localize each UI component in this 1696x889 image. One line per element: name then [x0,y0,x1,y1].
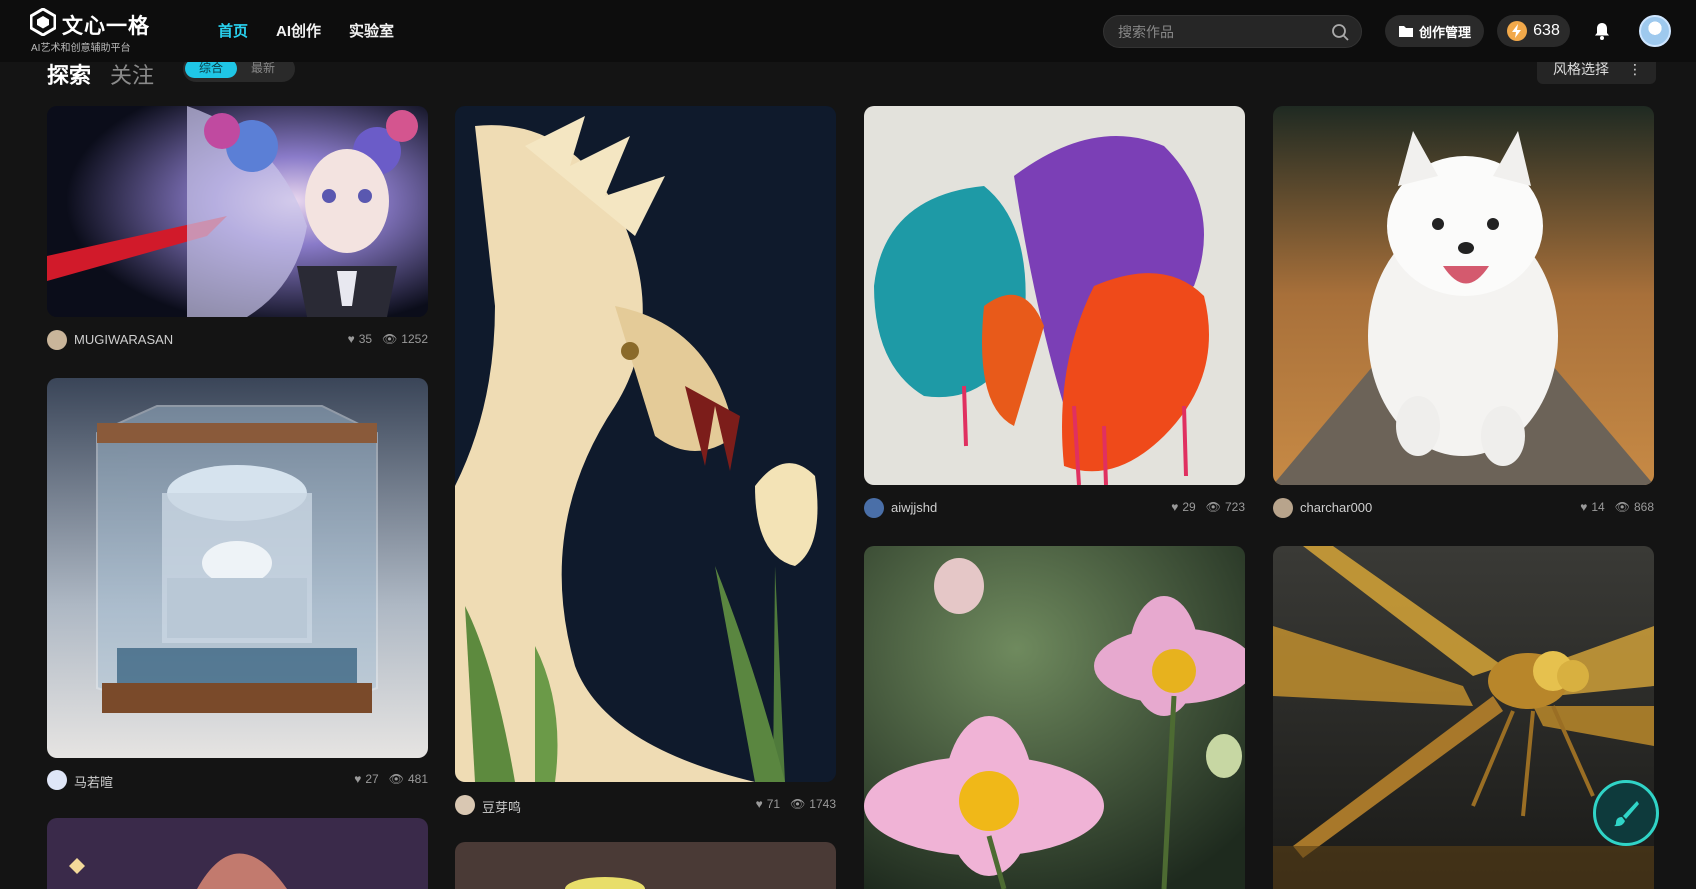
creation-manage-label: 创作管理 [1418,24,1471,40]
author-name[interactable]: aiwjjshd [891,500,937,515]
author-name[interactable]: charchar000 [1300,500,1372,515]
eye-icon: 👁 [382,332,398,346]
artwork-image [864,546,1245,889]
like-count: 27 [365,772,379,786]
user-avatar[interactable] [1639,15,1671,47]
artwork-image [455,842,836,889]
top-nav-bar: 文心一格 AI艺术和创意辅助平台 首页 AI创作 实验室 创作管理 638 [0,0,1696,62]
view-count: 723 [1224,500,1245,514]
nav-lab[interactable]: 实验室 [349,20,394,41]
artwork-image [1273,106,1654,485]
sort-latest-pill[interactable]: 最新 [251,62,275,78]
card-meta: 豆芽鸣 ♥ 71 👁 1743 [455,794,836,816]
card-stats: ♥ 14 👁 868 [1580,500,1654,514]
artwork-image [47,106,428,317]
eye-icon: 👁 [388,772,404,786]
logo-icon [30,8,56,36]
nav-home[interactable]: 首页 [218,20,248,41]
search-icon[interactable] [1331,23,1349,41]
create-brush-button[interactable] [1593,780,1659,846]
heart-icon[interactable]: ♥ [354,772,361,786]
author-name[interactable]: 豆芽鸣 [482,797,521,816]
artwork-image [1273,546,1654,889]
main-nav: 首页 AI创作 实验室 [218,20,422,41]
heart-icon[interactable]: ♥ [1171,500,1178,514]
view-count: 1252 [401,332,428,346]
artwork-image [47,378,428,758]
heart-icon[interactable]: ♥ [1580,500,1587,514]
eye-icon: 👁 [1205,500,1221,514]
card-stats: ♥ 29 👁 723 [1171,500,1245,514]
artwork-card-ivory-dragon[interactable] [455,106,836,782]
heart-icon[interactable]: ♥ [756,797,763,811]
heart-icon[interactable]: ♥ [348,332,355,346]
card-meta: aiwjjshd ♥ 29 👁 723 [864,497,1245,519]
bell-icon[interactable] [1592,21,1612,41]
more-vertical-icon: ⋮ [1628,62,1642,77]
card-meta: 马若暄 ♥ 27 👁 481 [47,769,428,791]
author-avatar[interactable] [455,795,475,815]
eye-icon: 👁 [1614,500,1630,514]
card-meta: charchar000 ♥ 14 👁 868 [1273,497,1654,519]
brush-icon [1614,801,1639,827]
author-avatar[interactable] [47,770,67,790]
artwork-card-flower-partial[interactable] [455,842,836,889]
artwork-image [47,818,428,889]
search-input[interactable] [1118,16,1318,47]
like-count: 35 [358,332,373,346]
points-button[interactable]: 638 [1497,15,1570,47]
artwork-card-golden-dragonfly[interactable] [1273,546,1654,889]
creation-manage-button[interactable]: 创作管理 [1385,15,1484,47]
view-count: 1743 [809,797,836,811]
app-title: 文心一格 [62,15,150,38]
artwork-card-portrait-partial[interactable] [47,818,428,889]
points-count: 638 [1533,22,1560,39]
folder-icon [1398,26,1413,37]
artwork-card-anime-girl[interactable] [47,106,428,317]
like-count: 71 [766,797,781,811]
artwork-card-ink-explosion[interactable] [864,106,1245,485]
card-stats: ♥ 35 👁 1252 [348,332,428,346]
tab-follow[interactable]: 关注 [110,62,154,86]
artwork-card-pink-daisies[interactable] [864,546,1245,889]
like-count: 14 [1591,500,1605,514]
nav-ai-create[interactable]: AI创作 [276,20,321,41]
artwork-image [455,106,836,782]
author-avatar[interactable] [47,330,67,350]
sort-comprehensive-pill[interactable]: 综合 [185,62,237,78]
lightning-icon [1507,21,1528,41]
card-meta: MUGIWARASAN ♥ 35 👁 1252 [47,329,428,351]
tab-explore[interactable]: 探索 [47,62,91,86]
style-select-button[interactable]: 风格选择 ⋮ [1537,62,1656,84]
author-name[interactable]: MUGIWARASAN [74,332,173,347]
artwork-card-samoyed-puppy[interactable] [1273,106,1654,485]
sort-toggle: 综合 最新 [183,62,295,82]
app-subtitle: AI艺术和创意辅助平台 [31,43,131,54]
view-count: 868 [1633,500,1654,514]
search-box [1103,15,1362,48]
logo[interactable]: 文心一格 AI艺术和创意辅助平台 [30,8,150,54]
author-avatar[interactable] [1273,498,1293,518]
feed-filter-bar: 探索 关注 综合 最新 风格选择 ⋮ [0,62,1696,86]
card-stats: ♥ 27 👁 481 [354,772,428,786]
author-avatar[interactable] [864,498,884,518]
style-select-label: 风格选择 [1553,62,1609,77]
eye-icon: 👁 [790,797,806,811]
artwork-card-crystal-palace[interactable] [47,378,428,758]
view-count: 481 [407,772,428,786]
like-count: 29 [1182,500,1196,514]
artwork-image [864,106,1245,485]
author-name[interactable]: 马若暄 [74,772,113,791]
card-stats: ♥ 71 👁 1743 [756,797,836,811]
